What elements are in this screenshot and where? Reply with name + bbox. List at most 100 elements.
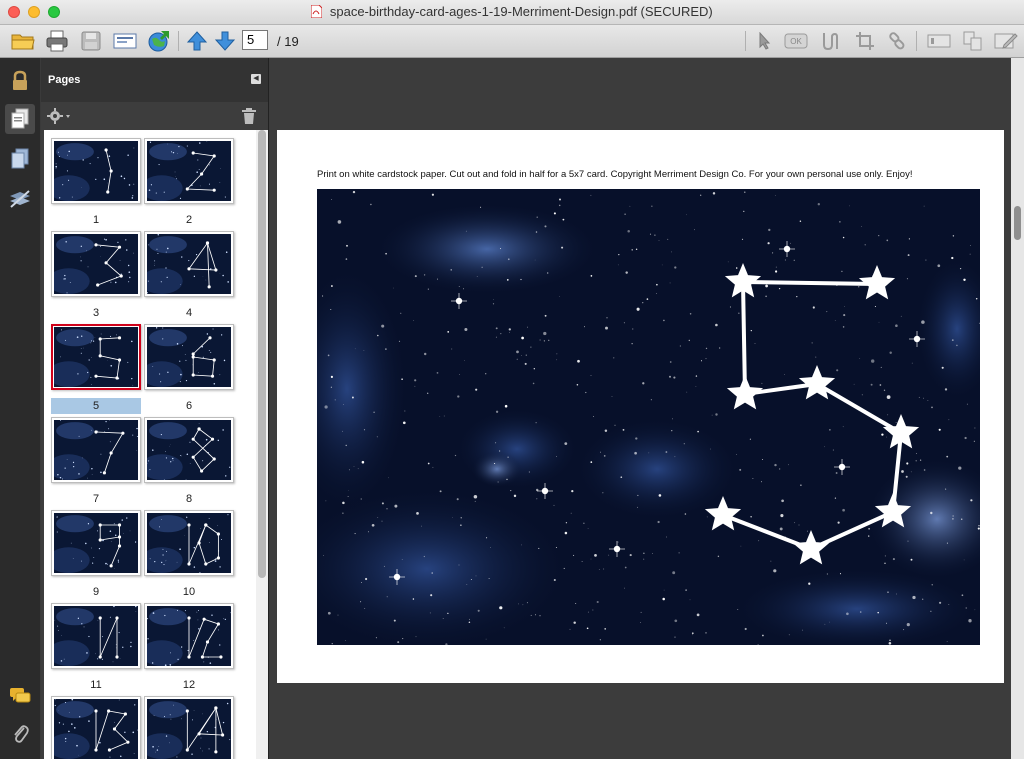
form-field-button[interactable] [926, 28, 952, 54]
trash-icon [242, 108, 256, 124]
save-button[interactable] [78, 28, 104, 54]
thumbnail-image [147, 513, 231, 573]
thumbnail-frame[interactable] [51, 417, 141, 483]
arrow-down-icon [214, 31, 236, 51]
globe-arrow-icon [148, 31, 169, 52]
page-thumbnail[interactable]: 7 [51, 417, 141, 507]
hidden-layers-button[interactable] [5, 184, 35, 214]
toolbar: 5 / 19 OK [0, 25, 1024, 58]
share-button[interactable] [146, 28, 172, 54]
page-thumbnail[interactable]: 12 [144, 603, 234, 693]
thumbnail-image [147, 327, 231, 387]
thumbnail-page-number: 10 [182, 586, 196, 598]
thumbnail-frame[interactable] [144, 324, 234, 390]
thumbnails-scroll-thumb[interactable] [258, 130, 266, 578]
thumbnail-frame[interactable] [144, 138, 234, 204]
gear-icon [47, 108, 70, 124]
thumbnails-scrollbar[interactable] [256, 130, 268, 759]
previous-page-button[interactable] [184, 28, 210, 54]
pages-panel-button[interactable] [5, 104, 35, 134]
thumbnail-frame[interactable] [51, 138, 141, 204]
thumbnail-frame[interactable] [144, 603, 234, 669]
sign-pen-icon [994, 33, 1018, 49]
crop-icon [856, 32, 874, 50]
thumbnail-image [54, 420, 138, 480]
page-thumbnail[interactable]: 9 [51, 510, 141, 600]
arrow-up-icon [186, 31, 208, 51]
thumbnail-page-number: 12 [182, 679, 196, 691]
collapse-panel-button[interactable]: ◀ [251, 74, 261, 84]
thumbnail-image [147, 420, 231, 480]
thumbnail-frame[interactable] [51, 510, 141, 576]
ok-button[interactable]: OK [783, 28, 809, 54]
thumbnail-image [147, 606, 231, 666]
page-number-input[interactable]: 5 [242, 30, 268, 50]
thumbnail-image [54, 234, 138, 294]
pdf-page: Print on white cardstock paper. Cut out … [277, 130, 1004, 683]
page-thumbnails-icon [11, 108, 29, 129]
thumbnail-frame[interactable] [144, 417, 234, 483]
page-thumbnail[interactable]: 10 [144, 510, 234, 600]
page-thumbnail[interactable]: 11 [51, 603, 141, 693]
thumbnail-image [54, 513, 138, 573]
text-field-icon [927, 34, 951, 48]
security-button[interactable] [5, 66, 35, 96]
document-stack-icon [11, 148, 29, 169]
select-tool-button[interactable] [752, 28, 778, 54]
thumbnail-frame[interactable] [144, 696, 234, 759]
print-button[interactable] [44, 28, 70, 54]
document-scroll-thumb[interactable] [1014, 206, 1021, 240]
space-card-image [317, 189, 980, 645]
page-thumbnail[interactable]: 2 [144, 138, 234, 228]
thumbnail-page-number: 8 [185, 493, 193, 505]
attachments-button[interactable] [5, 718, 35, 748]
crop-tool-button[interactable] [852, 28, 878, 54]
page-thumbnail[interactable]: 8 [144, 417, 234, 507]
thumbnail-frame[interactable] [51, 696, 141, 759]
page-options-button[interactable] [47, 107, 73, 125]
pages-panel-header: Pages ◀ [41, 58, 268, 102]
page-thumbnail[interactable]: 6 [144, 324, 234, 414]
svg-text:OK: OK [790, 37, 802, 46]
thumbnail-image [147, 141, 231, 201]
page-thumbnail[interactable]: 13 [51, 696, 141, 759]
thumbnail-frame[interactable] [51, 324, 141, 390]
toolbar-separator [916, 31, 917, 51]
link-tool-button[interactable] [884, 28, 910, 54]
comments-button[interactable] [5, 681, 35, 711]
page-thumbnail[interactable]: 3 [51, 231, 141, 321]
link-icon [889, 32, 905, 50]
thumbnail-page-number: 5 [51, 398, 141, 414]
thumbnail-image [54, 141, 138, 201]
navigation-rail [0, 58, 40, 759]
touch-up-tool-button[interactable] [817, 28, 843, 54]
ok-icon: OK [784, 33, 808, 49]
page-layout-button[interactable] [960, 28, 986, 54]
email-button[interactable] [112, 28, 138, 54]
thumbnail-frame[interactable] [51, 603, 141, 669]
thumbnail-image [147, 699, 231, 759]
sign-button[interactable] [993, 28, 1019, 54]
toolbar-separator [745, 31, 746, 51]
pointer-icon [759, 32, 771, 50]
thumbnail-page-number: 1 [92, 214, 100, 226]
thumbnail-page-number: 4 [185, 307, 193, 319]
folder-icon [11, 34, 35, 50]
open-file-button[interactable] [10, 28, 36, 54]
page-thumbnail[interactable]: 14 [144, 696, 234, 759]
page-thumbnail[interactable]: 1 [51, 138, 141, 228]
toolbar-separator [178, 31, 179, 51]
path-tool-icon [823, 32, 838, 51]
thumbnail-frame[interactable] [144, 510, 234, 576]
page-thumbnail[interactable]: 4 [144, 231, 234, 321]
delete-page-button[interactable] [241, 107, 259, 125]
document-scrollbar[interactable] [1011, 58, 1024, 759]
thumbnail-frame[interactable] [51, 231, 141, 297]
next-page-button[interactable] [212, 28, 238, 54]
page-thumbnail[interactable]: 5 [51, 324, 141, 414]
attachments-panel-button[interactable] [5, 144, 35, 174]
thumbnail-frame[interactable] [144, 231, 234, 297]
page-count: / 19 [277, 34, 299, 49]
thumbnail-page-number: 7 [92, 493, 100, 505]
lock-icon [13, 70, 27, 90]
